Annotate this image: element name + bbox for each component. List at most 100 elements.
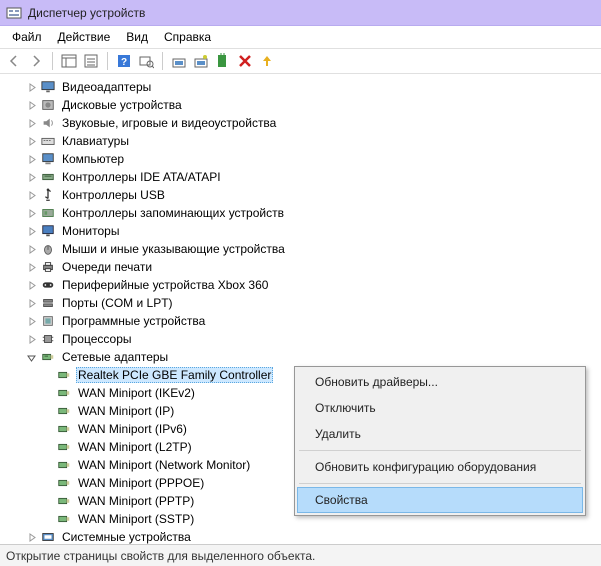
tree-category[interactable]: Клавиатуры bbox=[8, 132, 593, 150]
tree-label: Звуковые, игровые и видеоустройства bbox=[60, 116, 278, 130]
menu-view[interactable]: Вид bbox=[118, 28, 156, 46]
expand-icon[interactable] bbox=[26, 532, 37, 543]
show-hide-tree-icon[interactable] bbox=[59, 51, 79, 71]
tree-label: Системные устройства bbox=[60, 530, 193, 544]
forward-button[interactable] bbox=[26, 51, 46, 71]
ports-icon bbox=[40, 295, 56, 311]
tree-category[interactable]: Компьютер bbox=[8, 150, 593, 168]
tree-label: Дисковые устройства bbox=[60, 98, 184, 112]
tree-label: WAN Miniport (PPTP) bbox=[76, 494, 196, 508]
tree-category[interactable]: Системные устройства bbox=[8, 528, 593, 544]
expand-icon[interactable] bbox=[26, 298, 37, 309]
tree-label: Периферийные устройства Xbox 360 bbox=[60, 278, 270, 292]
expand-icon[interactable] bbox=[26, 226, 37, 237]
expand-icon[interactable] bbox=[26, 334, 37, 345]
tree-category[interactable]: Дисковые устройства bbox=[8, 96, 593, 114]
network-card-icon bbox=[56, 385, 72, 401]
network-card-icon bbox=[56, 421, 72, 437]
ide-icon bbox=[40, 169, 56, 185]
tree-category[interactable]: Видеоадаптеры bbox=[8, 78, 593, 96]
expand-icon[interactable] bbox=[26, 316, 37, 327]
tree-category[interactable]: Звуковые, игровые и видеоустройства bbox=[8, 114, 593, 132]
tree-category[interactable]: Контроллеры запоминающих устройств bbox=[8, 204, 593, 222]
tree-category[interactable]: Программные устройства bbox=[8, 312, 593, 330]
tree-label: Контроллеры запоминающих устройств bbox=[60, 206, 286, 220]
device-manager-icon bbox=[6, 5, 22, 21]
scan-hardware-icon[interactable] bbox=[136, 51, 156, 71]
keyboard-icon bbox=[40, 133, 56, 149]
tree-label: Видеоадаптеры bbox=[60, 80, 153, 94]
tree-label: Realtek PCIe GBE Family Controller bbox=[76, 367, 273, 383]
expand-icon[interactable] bbox=[26, 280, 37, 291]
storage-icon bbox=[40, 205, 56, 221]
delete-icon[interactable] bbox=[235, 51, 255, 71]
properties-icon[interactable] bbox=[81, 51, 101, 71]
expand-icon[interactable] bbox=[26, 82, 37, 93]
disable-icon[interactable] bbox=[213, 51, 233, 71]
network-card-icon bbox=[56, 475, 72, 491]
tree-category[interactable]: Порты (COM и LPT) bbox=[8, 294, 593, 312]
network-card-icon bbox=[56, 403, 72, 419]
cpu-icon bbox=[40, 331, 56, 347]
menu-separator bbox=[299, 450, 581, 451]
expand-icon[interactable] bbox=[26, 154, 37, 165]
tree-label: WAN Miniport (Network Monitor) bbox=[76, 458, 252, 472]
enable-icon[interactable] bbox=[257, 51, 277, 71]
tree-category[interactable]: Процессоры bbox=[8, 330, 593, 348]
toolbar-separator bbox=[52, 52, 53, 70]
tree-label: Контроллеры IDE ATA/ATAPI bbox=[60, 170, 223, 184]
tree-label: WAN Miniport (PPPOE) bbox=[76, 476, 206, 490]
context-menu-item[interactable]: Свойства bbox=[297, 487, 583, 513]
tree-label: WAN Miniport (L2TP) bbox=[76, 440, 194, 454]
expand-icon[interactable] bbox=[26, 100, 37, 111]
tree-label: Сетевые адаптеры bbox=[60, 350, 170, 364]
tree-category[interactable]: Мониторы bbox=[8, 222, 593, 240]
titlebar: Диспетчер устройств bbox=[0, 0, 601, 26]
tree-category[interactable]: Мыши и иные указывающие устройства bbox=[8, 240, 593, 258]
menu-help[interactable]: Справка bbox=[156, 28, 219, 46]
help-icon[interactable]: ? bbox=[114, 51, 134, 71]
update-driver-icon[interactable] bbox=[169, 51, 189, 71]
tree-category[interactable]: Периферийные устройства Xbox 360 bbox=[8, 276, 593, 294]
printer-icon bbox=[40, 259, 56, 275]
tree-label: Процессоры bbox=[60, 332, 134, 346]
tree-category[interactable]: Сетевые адаптеры bbox=[8, 348, 593, 366]
statusbar: Открытие страницы свойств для выделенног… bbox=[0, 544, 601, 566]
tree-label: WAN Miniport (IPv6) bbox=[76, 422, 189, 436]
tree-label: Компьютер bbox=[60, 152, 126, 166]
uninstall-icon[interactable] bbox=[191, 51, 211, 71]
context-menu-item[interactable]: Обновить конфигурацию оборудования bbox=[297, 454, 583, 480]
network-icon bbox=[40, 349, 56, 365]
back-button[interactable] bbox=[4, 51, 24, 71]
expand-icon[interactable] bbox=[26, 118, 37, 129]
context-menu-item[interactable]: Обновить драйверы... bbox=[297, 369, 583, 395]
expand-icon[interactable] bbox=[26, 190, 37, 201]
expand-icon[interactable] bbox=[26, 136, 37, 147]
context-menu-item[interactable]: Отключить bbox=[297, 395, 583, 421]
toolbar: ? bbox=[0, 48, 601, 74]
context-menu: Обновить драйверы...ОтключитьУдалить Обно… bbox=[294, 366, 586, 516]
toolbar-separator bbox=[162, 52, 163, 70]
tree-category[interactable]: Контроллеры IDE ATA/ATAPI bbox=[8, 168, 593, 186]
expand-icon[interactable] bbox=[26, 244, 37, 255]
display-icon bbox=[40, 79, 56, 95]
status-text: Открытие страницы свойств для выделенног… bbox=[6, 549, 315, 563]
monitor-icon bbox=[40, 223, 56, 239]
tree-label: Программные устройства bbox=[60, 314, 207, 328]
network-card-icon bbox=[56, 439, 72, 455]
tree-label: Контроллеры USB bbox=[60, 188, 167, 202]
window-title: Диспетчер устройств bbox=[28, 6, 145, 20]
context-menu-item[interactable]: Удалить bbox=[297, 421, 583, 447]
tree-category[interactable]: Контроллеры USB bbox=[8, 186, 593, 204]
collapse-icon[interactable] bbox=[26, 352, 37, 363]
expand-icon[interactable] bbox=[26, 172, 37, 183]
tree-category[interactable]: Очереди печати bbox=[8, 258, 593, 276]
expand-icon[interactable] bbox=[26, 262, 37, 273]
computer-icon bbox=[40, 151, 56, 167]
tree-label: Мыши и иные указывающие устройства bbox=[60, 242, 287, 256]
expand-icon[interactable] bbox=[26, 208, 37, 219]
network-card-icon bbox=[56, 493, 72, 509]
tree-label: WAN Miniport (IKEv2) bbox=[76, 386, 197, 400]
menu-action[interactable]: Действие bbox=[50, 28, 119, 46]
menu-file[interactable]: Файл bbox=[4, 28, 50, 46]
